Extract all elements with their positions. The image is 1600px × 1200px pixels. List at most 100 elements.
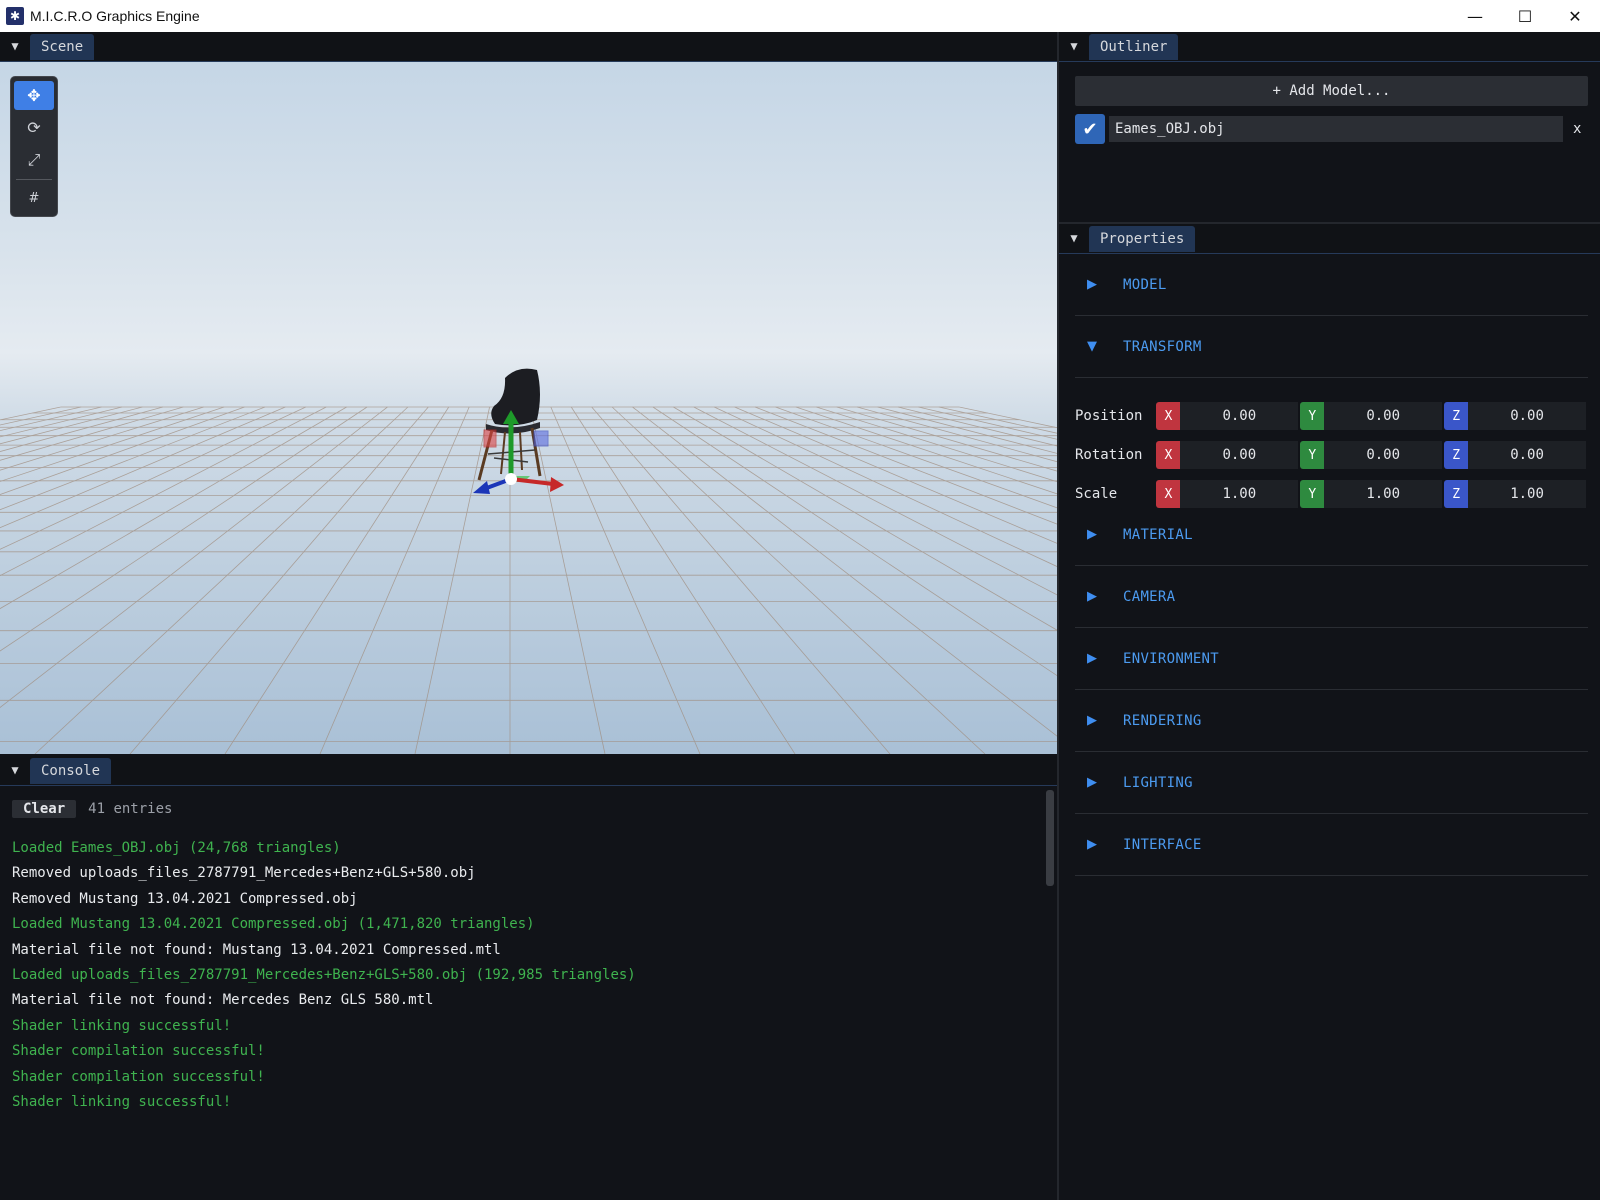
position-row: Position X 0.00 Y 0.00 Z 0.00 [1075, 402, 1588, 430]
properties-panel: ▶ MODEL ▼ TRANSFORM Position X 0.00 Y 0.00… [1059, 254, 1600, 1200]
window-title: M.I.C.R.O Graphics Engine [30, 8, 200, 24]
tab-console[interactable]: Console [30, 758, 112, 784]
position-x-value[interactable]: 0.00 [1180, 402, 1299, 430]
console-panel-menu-icon[interactable]: ▼ [0, 755, 30, 785]
position-y-value[interactable]: 0.00 [1324, 402, 1443, 430]
z-axis-tag: Z [1444, 402, 1469, 430]
entries-count: 41 entries [88, 801, 173, 817]
console-panel: Clear 41 entries Loaded Eames_OBJ.obj (2… [0, 786, 1057, 1200]
rotation-y-field[interactable]: Y 0.00 [1300, 441, 1443, 469]
log-line: Material file not found: Mercedes Benz G… [12, 992, 434, 1009]
position-label: Position [1075, 408, 1143, 424]
collapsed-arrow-icon: ▶ [1087, 775, 1097, 790]
x-axis-tag: X [1156, 441, 1181, 469]
collapsed-arrow-icon: ▶ [1087, 651, 1097, 666]
section-environment[interactable]: ▶ ENVIRONMENT [1075, 628, 1588, 690]
log-line: Removed uploads_files_2787791_Mercedes+B… [12, 865, 476, 882]
scene-render [0, 368, 1057, 754]
app-icon: ✱ [6, 7, 24, 25]
rotation-row: Rotation X 0.00 Y 0.00 Z 0.00 [1075, 441, 1588, 469]
tab-properties[interactable]: Properties [1089, 226, 1196, 252]
scene-panel-menu-icon[interactable]: ▼ [0, 31, 30, 61]
window-controls: — ☐ ✕ [1450, 0, 1600, 32]
position-y-field[interactable]: Y 0.00 [1300, 402, 1443, 430]
rotate-tool-icon[interactable]: ⟳ [14, 113, 54, 142]
position-z-value[interactable]: 0.00 [1468, 402, 1586, 430]
section-camera[interactable]: ▶ CAMERA [1075, 566, 1588, 628]
log-line: Shader compilation successful! [12, 1068, 265, 1085]
collapsed-arrow-icon: ▶ [1087, 527, 1097, 542]
collapsed-arrow-icon: ▶ [1087, 837, 1097, 852]
log-line: Removed Mustang 13.04.2021 Compressed.ob… [12, 890, 358, 907]
model-visibility-checkbox[interactable]: ✔ [1075, 114, 1105, 144]
section-interface[interactable]: ▶ INTERFACE [1075, 814, 1588, 876]
log-line: Shader compilation successful! [12, 1043, 265, 1060]
tab-outliner[interactable]: Outliner [1089, 34, 1179, 60]
section-label: RENDERING [1123, 712, 1202, 729]
close-button[interactable]: ✕ [1550, 0, 1600, 32]
scale-tool-icon[interactable]: ⤢ [14, 146, 54, 175]
rotation-label: Rotation [1075, 447, 1143, 463]
rotation-z-value[interactable]: 0.00 [1468, 441, 1586, 469]
z-axis-tag: Z [1444, 441, 1469, 469]
maximize-button[interactable]: ☐ [1500, 0, 1550, 32]
y-axis-tag: Y [1300, 441, 1325, 469]
collapsed-arrow-icon: ▶ [1087, 277, 1097, 292]
minimize-button[interactable]: — [1450, 0, 1500, 32]
section-transform[interactable]: ▼ TRANSFORM [1075, 316, 1588, 378]
log-line: Shader linking successful! [12, 1093, 232, 1110]
grid-toggle-icon[interactable]: # [14, 184, 54, 213]
collapsed-arrow-icon: ▶ [1087, 589, 1097, 604]
outliner-panel-menu-icon[interactable]: ▼ [1059, 31, 1089, 61]
section-label: TRANSFORM [1123, 338, 1202, 355]
collapsed-arrow-icon: ▶ [1087, 713, 1097, 728]
section-label: CAMERA [1123, 588, 1176, 605]
log-line: Loaded Eames_OBJ.obj (24,768 triangles) [12, 840, 341, 856]
x-axis-tag: X [1156, 402, 1181, 430]
console-scrollbar[interactable] [1046, 790, 1054, 886]
section-lighting[interactable]: ▶ LIGHTING [1075, 752, 1588, 814]
rotation-z-field[interactable]: Z 0.00 [1444, 441, 1586, 469]
move-tool-icon[interactable]: ✥ [14, 81, 54, 111]
expanded-arrow-icon: ▼ [1087, 339, 1097, 354]
add-model-button[interactable]: + Add Model... [1075, 76, 1588, 106]
section-label: MODEL [1123, 276, 1167, 293]
properties-panel-header: ▼ Properties [1059, 224, 1600, 254]
properties-panel-menu-icon[interactable]: ▼ [1059, 223, 1089, 253]
transform-toolbar: ✥ ⟳ ⤢ # [10, 76, 58, 217]
scene-panel-header: ▼ Scene [0, 32, 1057, 62]
toolbar-divider [16, 178, 52, 180]
section-rendering[interactable]: ▶ RENDERING [1075, 690, 1588, 752]
scale-label: Scale [1075, 486, 1118, 502]
console-panel-header: ▼ Console [0, 756, 1057, 786]
rotation-y-value[interactable]: 0.00 [1324, 441, 1443, 469]
rotation-x-field[interactable]: X 0.00 [1156, 441, 1299, 469]
section-label: INTERFACE [1123, 836, 1202, 853]
log-line: Shader linking successful! [12, 1017, 232, 1034]
log-line: Material file not found: Mustang 13.04.2… [12, 941, 501, 958]
section-material[interactable]: ▶ MATERIAL [1075, 504, 1588, 566]
position-x-field[interactable]: X 0.00 [1156, 402, 1299, 430]
outliner-panel-header: ▼ Outliner [1059, 32, 1600, 62]
scene-viewport[interactable]: ✥ ⟳ ⤢ # [0, 62, 1057, 754]
section-label: LIGHTING [1123, 774, 1193, 791]
y-axis-tag: Y [1300, 402, 1325, 430]
console-toolbar: Clear 41 entries [12, 800, 172, 818]
console-log: Loaded Eames_OBJ.obj (24,768 triangles) … [12, 838, 636, 1117]
outliner-panel: + Add Model... ✔ Eames_OBJ.obj x [1059, 62, 1600, 222]
position-z-field[interactable]: Z 0.00 [1444, 402, 1586, 430]
clear-button[interactable]: Clear [12, 800, 77, 818]
section-label: MATERIAL [1123, 526, 1193, 543]
model-name-field[interactable]: Eames_OBJ.obj [1109, 116, 1563, 142]
section-model[interactable]: ▶ MODEL [1075, 254, 1588, 316]
rotation-x-value[interactable]: 0.00 [1180, 441, 1299, 469]
log-line: Loaded Mustang 13.04.2021 Compressed.obj… [12, 916, 535, 933]
title-bar: ✱ M.I.C.R.O Graphics Engine — ☐ ✕ [0, 0, 1600, 32]
checkmark-icon: ✔ [1082, 118, 1098, 140]
tab-scene[interactable]: Scene [30, 34, 95, 60]
section-label: ENVIRONMENT [1123, 650, 1220, 667]
log-line: Loaded uploads_files_2787791_Mercedes+Be… [12, 966, 636, 983]
model-row: ✔ Eames_OBJ.obj x [1075, 114, 1588, 144]
ground-grid [0, 406, 1057, 754]
remove-model-button[interactable]: x [1573, 121, 1581, 137]
